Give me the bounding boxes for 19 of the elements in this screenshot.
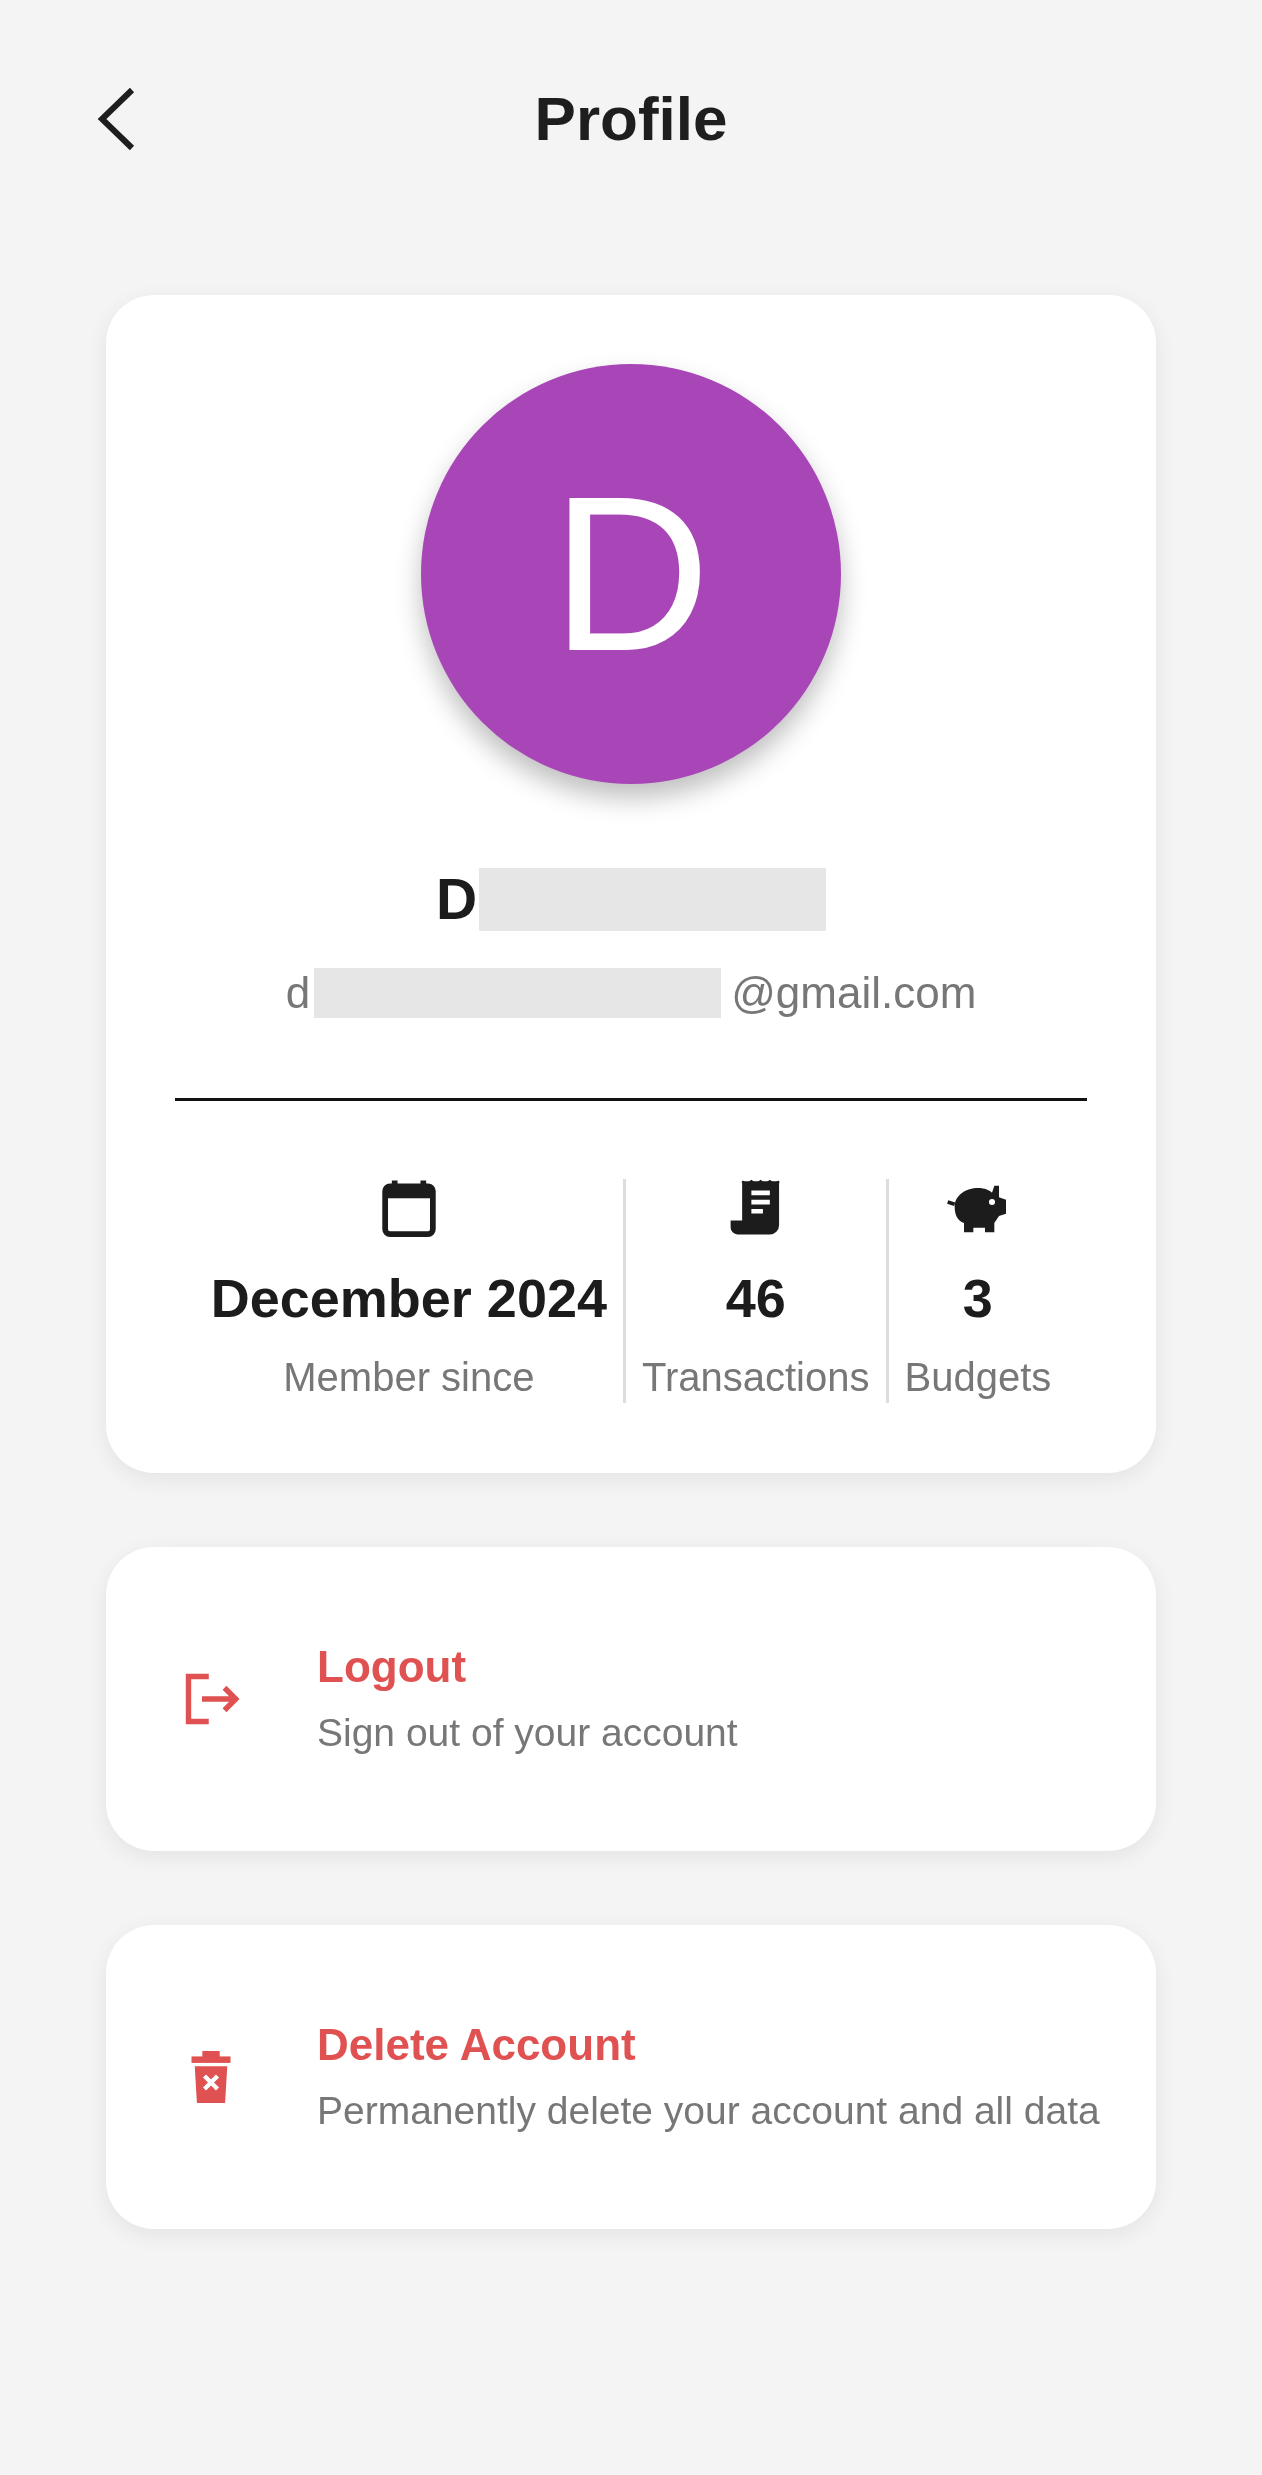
item-title: Delete Account xyxy=(317,2018,637,2071)
user-name: D xyxy=(435,866,478,932)
page-title: Profile xyxy=(534,82,728,154)
trash-icon xyxy=(191,2051,231,2103)
delete-account-item[interactable]: Delete Account Permanently delete your account and all data xyxy=(106,1925,1156,2229)
stat-label: Transactions xyxy=(642,1354,870,1401)
stat-value: 3 xyxy=(962,1267,993,1330)
calendar-icon xyxy=(379,1178,438,1240)
email-start: d xyxy=(285,968,311,1018)
logout-item[interactable]: Logout Sign out of your account xyxy=(106,1547,1156,1851)
email-domain: @gmail.com xyxy=(731,968,977,1018)
stat-label: Member since xyxy=(283,1354,535,1401)
item-description: Permanently delete your account and all data xyxy=(317,2087,1101,2134)
stat-value: 46 xyxy=(725,1267,786,1330)
stat-value: December 2024 xyxy=(210,1267,607,1330)
stat-label: Budgets xyxy=(904,1354,1052,1401)
item-description: Sign out of your account xyxy=(317,1709,739,1756)
avatar: D xyxy=(421,364,841,784)
item-title: Logout xyxy=(317,1640,468,1693)
